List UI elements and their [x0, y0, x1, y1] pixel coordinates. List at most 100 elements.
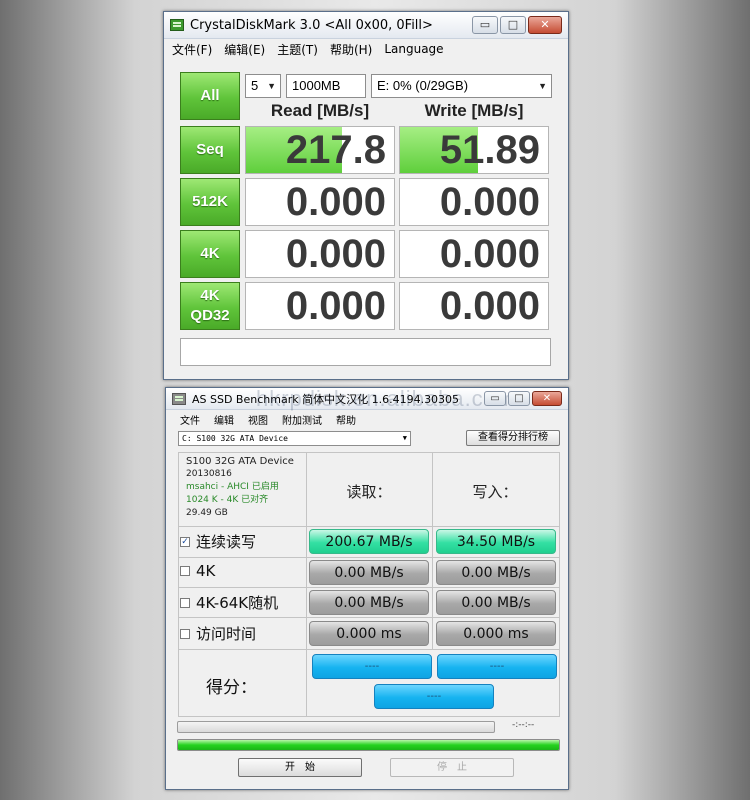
grid-line — [178, 587, 560, 588]
as-read-header: 读取： — [346, 483, 392, 501]
disk-app-icon — [170, 19, 184, 31]
stop-button[interactable]: 停 止 — [390, 758, 514, 777]
menu-edit[interactable]: 编辑(E) — [224, 41, 265, 58]
access-time-read-result: 0.000 ms — [309, 621, 429, 646]
as-menu-view[interactable]: 视图 — [248, 412, 268, 427]
chevron-down-icon: ▼ — [267, 81, 276, 91]
grid-line — [178, 617, 560, 618]
elapsed-time: -:--:-- — [512, 720, 535, 730]
as-drive-value: C: S100 32G ATA Device — [182, 434, 288, 443]
grid-line — [178, 452, 179, 716]
512k-write-cell: 0.000 — [399, 178, 549, 226]
run-all-button[interactable]: All — [180, 72, 240, 120]
4k-test-button[interactable]: 4K — [180, 230, 240, 278]
4k-read-value: 0.000 — [285, 232, 386, 276]
minimize-icon[interactable]: ▭ — [484, 391, 506, 406]
as-ssd-menubar: 文件 编辑 视图 附加测试 帮助 — [166, 410, 568, 428]
overall-progress-bar — [177, 739, 560, 751]
drive-value: E: 0% (0/29GB) — [377, 78, 469, 93]
as-menu-file[interactable]: 文件 — [180, 412, 200, 427]
4k-write-cell: 0.000 — [399, 230, 549, 278]
maximize-icon[interactable]: □ — [500, 16, 526, 34]
seq-write-result: 34.50 MB/s — [436, 529, 556, 554]
overall-progress-fill — [178, 740, 559, 750]
grid-line — [559, 452, 560, 716]
test-size-select[interactable]: 1000MB — [286, 74, 366, 98]
ssd-app-icon — [172, 392, 186, 405]
drive-info: S100 32G ATA Device 20130816 msahci - AH… — [186, 455, 294, 520]
grid-line — [178, 716, 560, 717]
crystaldiskmark-window: CrystalDiskMark 3.0 <All 0x00, 0Fill> ▭ … — [163, 11, 569, 380]
4k-64k-label: 4K-64K随机 — [196, 594, 279, 612]
comment-field[interactable] — [180, 338, 551, 366]
as-drive-select[interactable]: C: S100 32G ATA Device ▼ — [178, 431, 411, 446]
minimize-icon[interactable]: ▭ — [472, 16, 498, 34]
seq-test-button[interactable]: Seq — [180, 126, 240, 174]
write-header: Write [MB/s] — [424, 101, 524, 120]
4k-checkbox[interactable] — [180, 566, 190, 576]
4k-write-value: 0.000 — [439, 232, 540, 276]
menu-help[interactable]: 帮助(H) — [330, 41, 372, 58]
maximize-icon[interactable]: □ — [508, 391, 530, 406]
as-ssd-window-controls: ▭ □ ✕ — [484, 391, 562, 406]
seq-read-value: 217.8 — [285, 128, 386, 172]
seq-test-option[interactable]: ✓ 连续读写 — [180, 531, 256, 552]
cdm-window-controls: ▭ □ ✕ — [472, 16, 562, 34]
start-button[interactable]: 开 始 — [238, 758, 362, 777]
current-test-progress — [177, 721, 495, 733]
drive-model: S100 32G ATA Device — [186, 456, 294, 467]
as-ssd-window: AS SSD Benchmark 简体中文汉化 1.6.4194.30305 h… — [165, 387, 569, 790]
menu-file[interactable]: 文件(F) — [172, 41, 212, 58]
as-write-header: 写入： — [472, 483, 518, 501]
seq-checkbox[interactable]: ✓ — [180, 536, 190, 547]
access-time-test-option[interactable]: 访问时间 — [180, 623, 256, 644]
4k-qd32-test-button[interactable]: 4K QD32 — [180, 282, 240, 330]
seq-read-result: 200.67 MB/s — [309, 529, 429, 554]
4k-read-result: 0.00 MB/s — [309, 560, 429, 585]
as-ssd-titlebar[interactable]: AS SSD Benchmark 简体中文汉化 1.6.4194.30305 h… — [166, 388, 568, 411]
4k-64k-test-option[interactable]: 4K-64K随机 — [180, 592, 278, 613]
4k-read-cell: 0.000 — [245, 230, 395, 278]
menu-theme[interactable]: 主题(T) — [277, 41, 318, 58]
cdm-window-title: CrystalDiskMark 3.0 <All 0x00, 0Fill> — [190, 17, 433, 33]
cdm-menubar: 文件(F) 编辑(E) 主题(T) 帮助(H) Language — [164, 39, 568, 59]
as-menu-edit[interactable]: 编辑 — [214, 412, 234, 427]
read-header: Read [MB/s] — [270, 101, 370, 120]
close-icon[interactable]: ✕ — [528, 16, 562, 34]
menu-language[interactable]: Language — [384, 42, 443, 56]
512k-test-button[interactable]: 512K — [180, 178, 240, 226]
drive-alignment-status: 1024 K - 4K 已对齐 — [186, 495, 269, 505]
4k-qd32-write-value: 0.000 — [439, 284, 540, 328]
seq-write-value: 51.89 — [439, 128, 540, 172]
view-ranking-button[interactable]: 查看得分排行榜 — [466, 430, 560, 446]
4k-qd32-read-value: 0.000 — [285, 284, 386, 328]
4k-write-result: 0.00 MB/s — [436, 560, 556, 585]
drive-driver-status: msahci - AHCI 已启用 — [186, 482, 279, 492]
4k-64k-read-result: 0.00 MB/s — [309, 590, 429, 615]
as-menu-help[interactable]: 帮助 — [336, 412, 356, 427]
test-size-value: 1000MB — [292, 78, 341, 93]
4k-test-option[interactable]: 4K — [180, 562, 215, 580]
test-count-select[interactable]: 5 ▼ — [245, 74, 281, 98]
4k-label: 4K — [196, 562, 216, 580]
access-time-checkbox[interactable] — [180, 628, 190, 639]
drive-select[interactable]: E: 0% (0/29GB) ▼ — [371, 74, 552, 98]
seq-label: 连续读写 — [196, 533, 257, 551]
as-menu-extra-tests[interactable]: 附加测试 — [282, 412, 322, 427]
512k-write-value: 0.000 — [439, 180, 540, 224]
cdm-titlebar[interactable]: CrystalDiskMark 3.0 <All 0x00, 0Fill> ▭ … — [164, 12, 568, 39]
4k-qd32-label-line1: 4K — [200, 287, 220, 304]
4k-64k-write-result: 0.00 MB/s — [436, 590, 556, 615]
access-time-label: 访问时间 — [196, 625, 257, 643]
seq-write-cell: 51.89 — [399, 126, 549, 174]
512k-read-value: 0.000 — [285, 180, 386, 224]
score-read: ---- — [312, 654, 432, 679]
4k-64k-checkbox[interactable] — [180, 597, 190, 608]
score-total: ---- — [374, 684, 494, 709]
grid-line — [178, 557, 560, 558]
test-count-value: 5 — [251, 78, 259, 93]
close-icon[interactable]: ✕ — [532, 391, 562, 406]
grid-line — [178, 526, 560, 527]
chevron-down-icon: ▼ — [538, 81, 547, 91]
chevron-down-icon: ▼ — [402, 434, 407, 442]
